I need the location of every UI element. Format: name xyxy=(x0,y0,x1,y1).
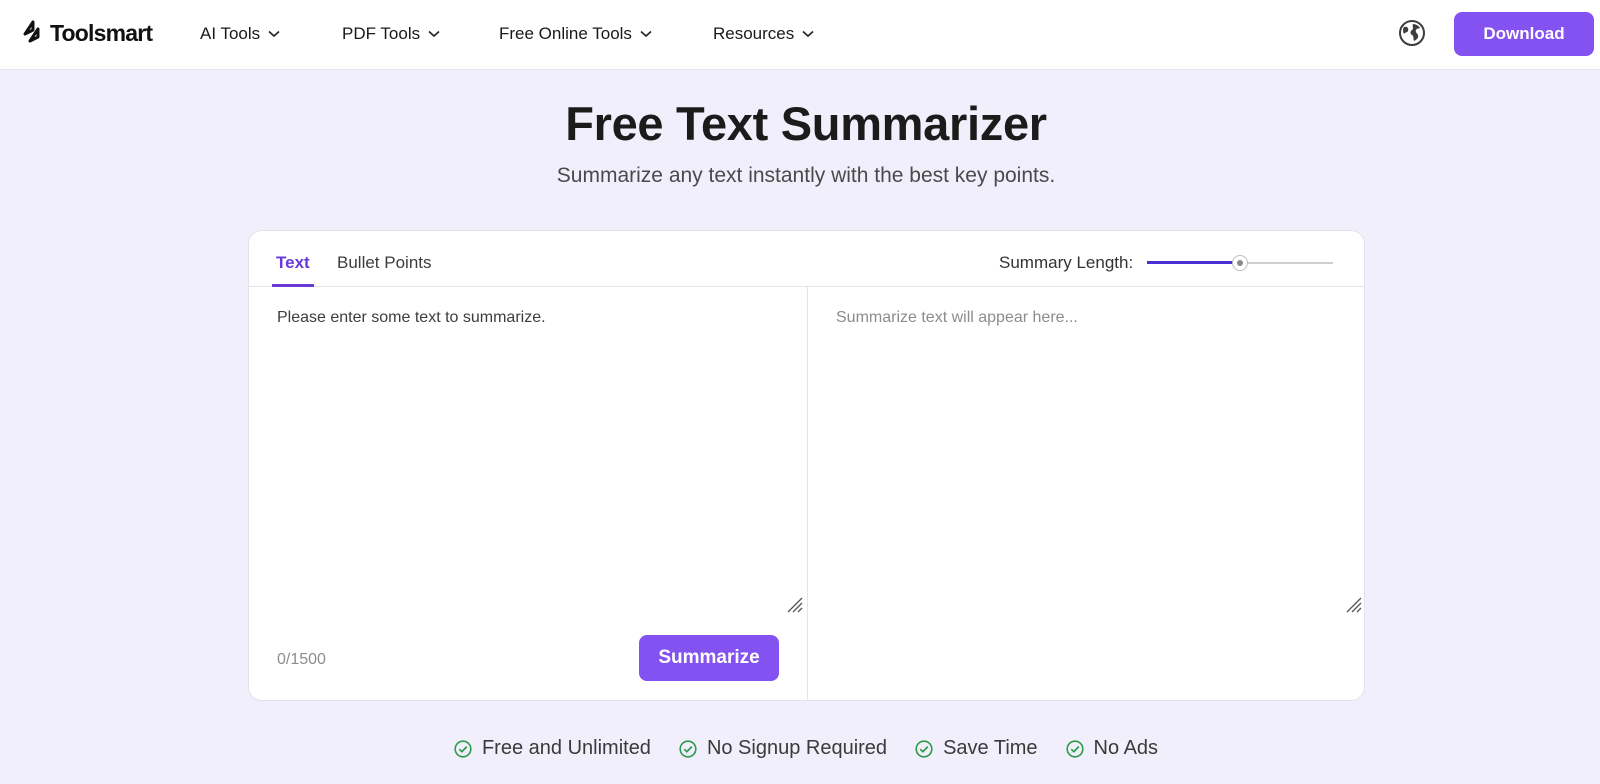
brand-name: Toolsmart xyxy=(50,19,153,46)
check-circle-icon xyxy=(1065,739,1084,758)
page-subtitle: Summarize any text instantly with the be… xyxy=(556,164,1056,187)
check-circle-icon xyxy=(454,739,472,758)
chevron-down-icon xyxy=(268,30,280,38)
toolsmart-logo-icon xyxy=(23,20,40,43)
slider-fill xyxy=(1147,261,1240,264)
tab-text[interactable]: Text xyxy=(272,253,314,287)
resize-grip-icon[interactable] xyxy=(785,595,803,613)
nav-ai-tools-label: AI Tools xyxy=(200,24,261,43)
feature-label: Save Time xyxy=(943,737,1038,759)
nav-pdf-tools-label: PDF Tools xyxy=(342,24,421,43)
nav-ai-tools[interactable]: AI Tools xyxy=(200,22,280,46)
feature-label: No Ads xyxy=(1093,737,1159,759)
feature-item: No Ads xyxy=(1065,737,1159,760)
nav-resources-label: Resources xyxy=(713,24,795,43)
nav-free-online-tools-label: Free Online Tools xyxy=(499,24,632,43)
chevron-down-icon xyxy=(802,30,814,38)
check-circle-icon xyxy=(679,739,697,758)
feature-item: No Signup Required xyxy=(679,737,887,760)
text-input[interactable]: Please enter some text to summarize. xyxy=(277,307,797,597)
summary-length-slider[interactable] xyxy=(1147,255,1333,271)
feature-label: No Signup Required xyxy=(706,737,888,759)
summary-output[interactable]: Summarize text will appear here... xyxy=(836,307,1356,597)
summary-length-label: Summary Length: xyxy=(999,253,1134,272)
feature-label: Free and Unlimited xyxy=(481,737,651,759)
nav-pdf-tools[interactable]: PDF Tools xyxy=(342,22,440,46)
page-title: Free Text Summarizer xyxy=(565,97,1047,150)
slider-thumb[interactable] xyxy=(1232,255,1248,271)
nav-free-online-tools[interactable]: Free Online Tools xyxy=(499,22,652,46)
character-counter: 0/1500 xyxy=(277,651,326,668)
panel-divider xyxy=(807,287,808,700)
summarize-button[interactable]: Summarize xyxy=(639,635,779,681)
chevron-down-icon xyxy=(640,30,652,38)
feature-item: Save Time xyxy=(915,737,1038,760)
chevron-down-icon xyxy=(428,30,440,38)
language-globe-button[interactable] xyxy=(1398,19,1426,47)
summarizer-card: Text Bullet Points Summary Length: Pleas… xyxy=(248,230,1365,701)
tab-bullet-points[interactable]: Bullet Points xyxy=(337,253,432,287)
globe-icon xyxy=(1399,20,1425,46)
nav-resources[interactable]: Resources xyxy=(713,22,814,46)
download-button[interactable]: Download xyxy=(1454,12,1594,56)
top-navbar: Toolsmart AI Tools PDF Tools Free Online… xyxy=(0,0,1600,70)
check-circle-icon xyxy=(915,739,933,758)
resize-grip-icon[interactable] xyxy=(1344,595,1362,613)
feature-list: Free and Unlimited No Signup Required Sa… xyxy=(0,737,1600,760)
brand-logo[interactable]: Toolsmart xyxy=(22,18,153,48)
feature-item: Free and Unlimited xyxy=(454,737,651,760)
card-toolbar: Text Bullet Points Summary Length: xyxy=(249,231,1364,287)
